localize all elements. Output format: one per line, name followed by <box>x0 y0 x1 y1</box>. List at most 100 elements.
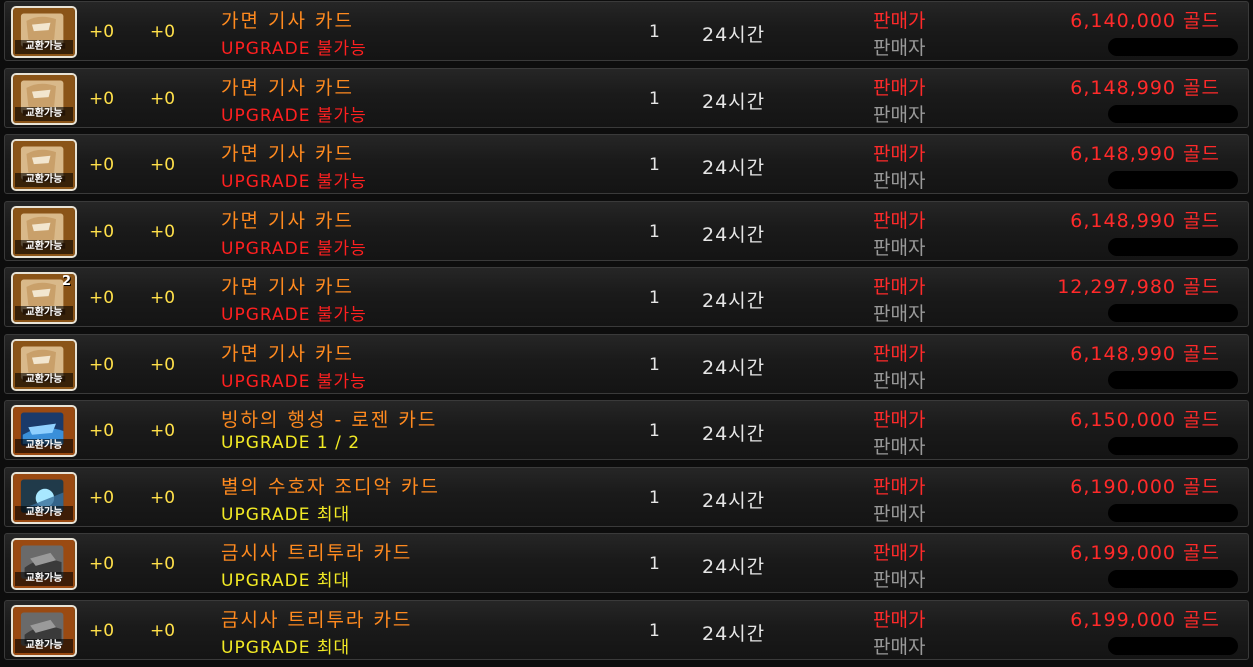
upgrade-status: UPGRADE 불가능 <box>221 172 367 192</box>
seller-label: 판매자 <box>873 104 926 126</box>
sale-price-label: 판매가 <box>873 143 926 165</box>
tradeable-label: 교환가능 <box>15 107 73 121</box>
item-name: 빙하의 행성 - 로젠 카드 <box>221 409 438 431</box>
upgrade-status: UPGRADE 불가능 <box>221 106 367 126</box>
quantity: 1 <box>649 89 660 109</box>
masked-knight-card-icon[interactable]: 2 교환가능 <box>11 272 77 324</box>
item-name: 가면 기사 카드 <box>221 77 354 99</box>
listing-duration: 24시간 <box>702 91 766 113</box>
enhance-level-secondary: +0 <box>150 488 176 508</box>
enhance-level: +0 <box>89 488 115 508</box>
enhance-level-secondary: +0 <box>150 554 176 574</box>
listing-duration: 24시간 <box>702 357 766 379</box>
listing-duration: 24시간 <box>702 290 766 312</box>
sale-price: 6,148,990 골드 <box>1070 77 1220 99</box>
masked-knight-card-icon[interactable]: 교환가능 <box>11 73 77 125</box>
quantity: 1 <box>649 355 660 375</box>
quantity: 1 <box>649 222 660 242</box>
sale-price-label: 판매가 <box>873 210 926 232</box>
rozen-card-icon[interactable]: 교환가능 <box>11 405 77 457</box>
item-name: 가면 기사 카드 <box>221 343 354 365</box>
enhance-level: +0 <box>89 355 115 375</box>
masked-knight-card-icon[interactable]: 교환가능 <box>11 6 77 58</box>
enhance-level: +0 <box>89 89 115 109</box>
listing-row[interactable]: 2 교환가능 +0 +0 가면 기사 카드 UPGRADE 불가능 1 24시간 판매가 판매자 1… <box>4 267 1249 327</box>
seller-name-redacted <box>1108 570 1238 588</box>
tradeable-label: 교환가능 <box>15 439 73 453</box>
upgrade-status: UPGRADE 불가능 <box>221 239 367 259</box>
sale-price-label: 판매가 <box>873 10 926 32</box>
zodiac-card-icon[interactable]: 교환가능 <box>11 472 77 524</box>
seller-name-redacted <box>1108 371 1238 389</box>
listing-row[interactable]: 교환가능 +0 +0 가면 기사 카드 UPGRADE 불가능 1 24시간 판매가 판매자 6,… <box>4 201 1249 261</box>
enhance-level: +0 <box>89 621 115 641</box>
item-name: 가면 기사 카드 <box>221 10 354 32</box>
listing-row[interactable]: 교환가능 +0 +0 금시사 트리투라 카드 UPGRADE 최대 1 24시간 판매가 판매자… <box>4 600 1249 660</box>
sale-price-label: 판매가 <box>873 542 926 564</box>
seller-label: 판매자 <box>873 370 926 392</box>
seller-name-redacted <box>1108 38 1238 56</box>
upgrade-status: UPGRADE 불가능 <box>221 305 367 325</box>
seller-name-redacted <box>1108 105 1238 123</box>
seller-label: 판매자 <box>873 436 926 458</box>
item-name: 가면 기사 카드 <box>221 210 354 232</box>
seller-label: 판매자 <box>873 37 926 59</box>
auction-listing-list: 교환가능 +0 +0 가면 기사 카드 UPGRADE 불가능 1 24시간 판매가 판매자 6,… <box>0 0 1253 667</box>
quantity: 1 <box>649 554 660 574</box>
enhance-level-secondary: +0 <box>150 222 176 242</box>
listing-row[interactable]: 교환가능 +0 +0 빙하의 행성 - 로젠 카드 UPGRADE 1 / 2 1 24시간… <box>4 400 1249 460</box>
seller-label: 판매자 <box>873 170 926 192</box>
item-name: 가면 기사 카드 <box>221 276 354 298</box>
masked-knight-card-icon[interactable]: 교환가능 <box>11 206 77 258</box>
seller-name-redacted <box>1108 637 1238 655</box>
enhance-level-secondary: +0 <box>150 421 176 441</box>
quantity: 1 <box>649 421 660 441</box>
enhance-level: +0 <box>89 288 115 308</box>
seller-label: 판매자 <box>873 303 926 325</box>
sale-price: 6,150,000 골드 <box>1070 409 1220 431</box>
listing-duration: 24시간 <box>702 623 766 645</box>
item-name: 가면 기사 카드 <box>221 143 354 165</box>
upgrade-status: UPGRADE 불가능 <box>221 372 367 392</box>
seller-name-redacted <box>1108 171 1238 189</box>
sale-price: 12,297,980 골드 <box>1057 276 1220 298</box>
enhance-level-secondary: +0 <box>150 89 176 109</box>
seller-label: 판매자 <box>873 503 926 525</box>
quantity: 1 <box>649 22 660 42</box>
seller-label: 판매자 <box>873 636 926 658</box>
listing-row[interactable]: 교환가능 +0 +0 별의 수호자 조디악 카드 UPGRADE 최대 1 24시간 판매가 판… <box>4 467 1249 527</box>
enhance-level: +0 <box>89 421 115 441</box>
quantity: 1 <box>649 621 660 641</box>
sale-price-label: 판매가 <box>873 276 926 298</box>
seller-name-redacted <box>1108 437 1238 455</box>
listing-row[interactable]: 교환가능 +0 +0 금시사 트리투라 카드 UPGRADE 최대 1 24시간 판매가 판매자… <box>4 533 1249 593</box>
sale-price-label: 판매가 <box>873 609 926 631</box>
trituera-card-icon[interactable]: 교환가능 <box>11 538 77 590</box>
listing-duration: 24시간 <box>702 157 766 179</box>
listing-duration: 24시간 <box>702 556 766 578</box>
listing-duration: 24시간 <box>702 490 766 512</box>
upgrade-status: UPGRADE 불가능 <box>221 39 367 59</box>
sale-price: 6,148,990 골드 <box>1070 143 1220 165</box>
enhance-level-secondary: +0 <box>150 22 176 42</box>
item-name: 금시사 트리투라 카드 <box>221 542 413 564</box>
enhance-level: +0 <box>89 554 115 574</box>
sale-price: 6,148,990 골드 <box>1070 210 1220 232</box>
enhance-level-secondary: +0 <box>150 288 176 308</box>
sale-price: 6,190,000 골드 <box>1070 476 1220 498</box>
masked-knight-card-icon[interactable]: 교환가능 <box>11 139 77 191</box>
enhance-level: +0 <box>89 155 115 175</box>
enhance-level: +0 <box>89 222 115 242</box>
listing-row[interactable]: 교환가능 +0 +0 가면 기사 카드 UPGRADE 불가능 1 24시간 판매가 판매자 6,… <box>4 334 1249 394</box>
seller-label: 판매자 <box>873 237 926 259</box>
listing-row[interactable]: 교환가능 +0 +0 가면 기사 카드 UPGRADE 불가능 1 24시간 판매가 판매자 6,… <box>4 134 1249 194</box>
tradeable-label: 교환가능 <box>15 240 73 254</box>
trituera-card-icon[interactable]: 교환가능 <box>11 605 77 657</box>
listing-row[interactable]: 교환가능 +0 +0 가면 기사 카드 UPGRADE 불가능 1 24시간 판매가 판매자 6,… <box>4 1 1249 61</box>
enhance-level-secondary: +0 <box>150 621 176 641</box>
listing-row[interactable]: 교환가능 +0 +0 가면 기사 카드 UPGRADE 불가능 1 24시간 판매가판매자 6,… <box>4 68 1249 128</box>
enhance-level: +0 <box>89 22 115 42</box>
tradeable-label: 교환가능 <box>15 572 73 586</box>
masked-knight-card-icon[interactable]: 교환가능 <box>11 339 77 391</box>
sale-price-label: 판매가 <box>873 77 926 99</box>
